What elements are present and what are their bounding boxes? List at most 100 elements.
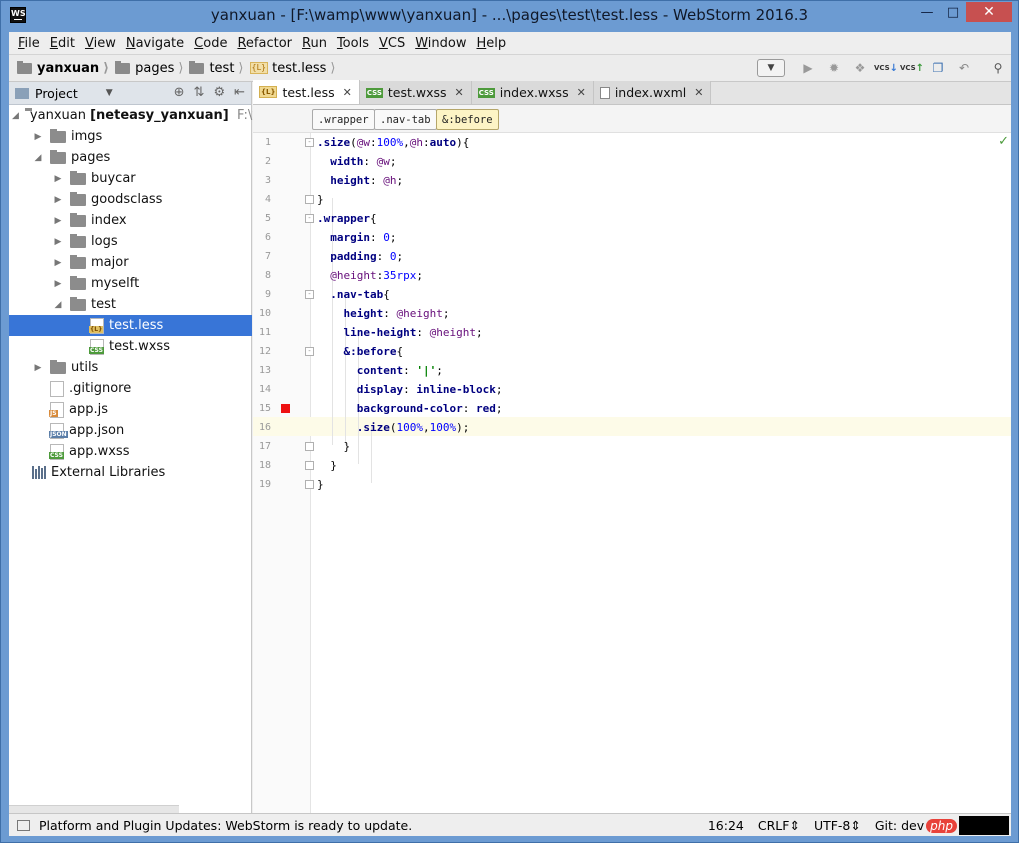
- line-separator[interactable]: CRLF⇕: [758, 818, 800, 833]
- tree-root[interactable]: ◢ yanxuan [neteasy_yanxuan] F:\wa: [9, 105, 271, 126]
- tree-item-app-json[interactable]: ▶JSONapp.json: [9, 420, 252, 441]
- expand-arrow-icon[interactable]: ◢: [12, 111, 19, 121]
- structure-crumb-nav-tab[interactable]: .nav-tab: [374, 109, 437, 130]
- structure-crumb-wrapper[interactable]: .wrapper: [312, 109, 375, 130]
- tree-item-buycar[interactable]: ▶ buycar: [9, 168, 252, 189]
- tree-item-major[interactable]: ▶ major: [9, 252, 252, 273]
- project-view-label[interactable]: Project: [35, 86, 78, 101]
- expand-arrow-icon[interactable]: ▶: [52, 258, 64, 268]
- code-line[interactable]: 14 display: inline-block;: [253, 380, 1011, 399]
- code-line[interactable]: 2 width: @w;: [253, 152, 1011, 171]
- fold-marker-icon[interactable]: -: [305, 347, 314, 356]
- tree-item-goodsclass[interactable]: ▶ goodsclass: [9, 189, 252, 210]
- menu-run[interactable]: Run: [297, 36, 332, 51]
- code-line[interactable]: 1 - .size(@w:100%,@h:auto){: [253, 133, 1011, 152]
- close-tab-icon[interactable]: ✕: [577, 86, 586, 99]
- tree-item-logs[interactable]: ▶ logs: [9, 231, 252, 252]
- breadcrumb-file[interactable]: {L} test.less ⟩: [249, 61, 335, 76]
- maximize-button[interactable]: □: [940, 2, 966, 22]
- search-icon[interactable]: ⚲: [987, 58, 1009, 78]
- tree-item-myselft[interactable]: ▶ myselft: [9, 273, 252, 294]
- status-message[interactable]: Platform and Plugin Updates: WebStorm is…: [39, 818, 412, 833]
- code-line[interactable]: 13 content: '|';: [253, 361, 1011, 380]
- gear-icon[interactable]: ⚙: [213, 85, 225, 100]
- tree-item-test-less[interactable]: ▶{L}test.less: [9, 315, 252, 336]
- menu-view[interactable]: View: [80, 36, 121, 51]
- code-editor[interactable]: ✓ 1- .size(@w:100%,@h:auto){2 width: @w; 3…: [253, 133, 1011, 813]
- breadcrumb-test[interactable]: test ⟩: [189, 60, 244, 76]
- code-line[interactable]: 11 line-height: @height;: [253, 323, 1011, 342]
- minimize-button[interactable]: —: [914, 2, 940, 22]
- tree-item-app-wxss[interactable]: ▶CSSapp.wxss: [9, 441, 252, 462]
- tab-index-wxss[interactable]: CSS index.wxss ✕: [471, 81, 594, 104]
- close-button[interactable]: ✕: [966, 2, 1012, 22]
- file-encoding[interactable]: UTF-8⇕: [814, 818, 861, 833]
- caret-position[interactable]: 16:24: [708, 818, 744, 833]
- code-line[interactable]: 18 }: [253, 456, 1011, 475]
- expand-arrow-icon[interactable]: ▶: [52, 237, 64, 247]
- title-bar[interactable]: WS yanxuan - [F:\wamp\www\yanxuan] - ...…: [1, 1, 1018, 32]
- fold-marker-icon[interactable]: [305, 480, 314, 489]
- panel-toggle-icon[interactable]: [17, 819, 30, 831]
- menu-tools[interactable]: Tools: [332, 36, 374, 51]
- vcs-commit-icon[interactable]: VCS ↑: [900, 58, 924, 78]
- tree-item-index[interactable]: ▶ index: [9, 210, 252, 231]
- close-tab-icon[interactable]: ✕: [455, 86, 464, 99]
- fold-marker-icon[interactable]: -: [305, 290, 314, 299]
- menu-vcs[interactable]: VCS: [374, 36, 410, 51]
- locate-icon[interactable]: ⊕: [174, 85, 185, 100]
- tab-index-wxml[interactable]: index.wxml ✕: [593, 81, 712, 104]
- code-line[interactable]: 17 }: [253, 437, 1011, 456]
- expand-arrow-icon[interactable]: ▶: [52, 195, 64, 205]
- expand-arrow-icon[interactable]: ▶: [52, 216, 64, 226]
- menu-navigate[interactable]: Navigate: [121, 36, 189, 51]
- breadcrumb-project[interactable]: yanxuan ⟩: [17, 60, 109, 76]
- expand-arrow-icon[interactable]: ▶: [32, 132, 44, 142]
- tree-item-gitignore[interactable]: ▶.gitignore: [9, 378, 252, 399]
- code-line[interactable]: 12 - &:before{: [253, 342, 1011, 361]
- close-tab-icon[interactable]: ✕: [343, 86, 352, 99]
- color-swatch-icon[interactable]: [281, 404, 290, 413]
- code-line[interactable]: 9 - .nav-tab{: [253, 285, 1011, 304]
- expand-arrow-icon[interactable]: ▶: [32, 363, 44, 373]
- collapse-arrow-icon[interactable]: ◢: [32, 153, 44, 163]
- vcs-branch[interactable]: Git: dev: [875, 818, 924, 833]
- code-line[interactable]: 7 padding: 0;: [253, 247, 1011, 266]
- run-icon[interactable]: ▶: [797, 58, 819, 78]
- code-line[interactable]: 8 @height:35rpx;: [253, 266, 1011, 285]
- hide-panel-icon[interactable]: ⇤: [234, 85, 245, 100]
- breadcrumb-pages[interactable]: pages ⟩: [115, 60, 183, 76]
- debug-icon[interactable]: ✹: [823, 58, 845, 78]
- revert-icon[interactable]: ↶: [953, 58, 975, 78]
- tab-test-wxss[interactable]: CSS test.wxss ✕: [359, 81, 472, 104]
- code-line[interactable]: 15 background-color: red;: [253, 399, 1011, 418]
- coverage-icon[interactable]: ❖: [849, 58, 871, 78]
- tree-item-app-js[interactable]: ▶JSapp.js: [9, 399, 252, 420]
- code-line[interactable]: 10 height: @height;: [253, 304, 1011, 323]
- tree-item-test-wxss[interactable]: ▶CSStest.wxss: [9, 336, 252, 357]
- menu-file[interactable]: File: [13, 36, 45, 51]
- structure-crumb-before[interactable]: &:before: [436, 109, 499, 130]
- horizontal-scrollbar[interactable]: [9, 805, 179, 813]
- tree-item-imgs[interactable]: ▶ imgs: [9, 126, 252, 147]
- collapse-all-icon[interactable]: ⇅: [194, 85, 205, 100]
- collapse-arrow-icon[interactable]: ◢: [52, 300, 64, 310]
- menu-window[interactable]: Window: [410, 36, 471, 51]
- chevron-down-icon[interactable]: ▼: [106, 88, 113, 98]
- expand-arrow-icon[interactable]: ▶: [52, 174, 64, 184]
- fold-marker-icon[interactable]: -: [305, 138, 314, 147]
- fold-marker-icon[interactable]: [305, 195, 314, 204]
- close-tab-icon[interactable]: ✕: [694, 86, 703, 99]
- fold-marker-icon[interactable]: [305, 442, 314, 451]
- tab-test-less[interactable]: {L} test.less ✕: [253, 80, 360, 104]
- code-line[interactable]: 6 margin: 0;: [253, 228, 1011, 247]
- menu-refactor[interactable]: Refactor: [232, 36, 297, 51]
- code-line[interactable]: 19}: [253, 475, 1011, 494]
- code-line[interactable]: 5 - .wrapper{: [253, 209, 1011, 228]
- code-line[interactable]: 3 height: @h;: [253, 171, 1011, 190]
- menu-edit[interactable]: Edit: [45, 36, 80, 51]
- menu-help[interactable]: Help: [472, 36, 512, 51]
- code-line[interactable]: 16 .size(100%,100%);: [253, 418, 1011, 437]
- menu-code[interactable]: Code: [189, 36, 232, 51]
- compare-icon[interactable]: ❐: [927, 58, 949, 78]
